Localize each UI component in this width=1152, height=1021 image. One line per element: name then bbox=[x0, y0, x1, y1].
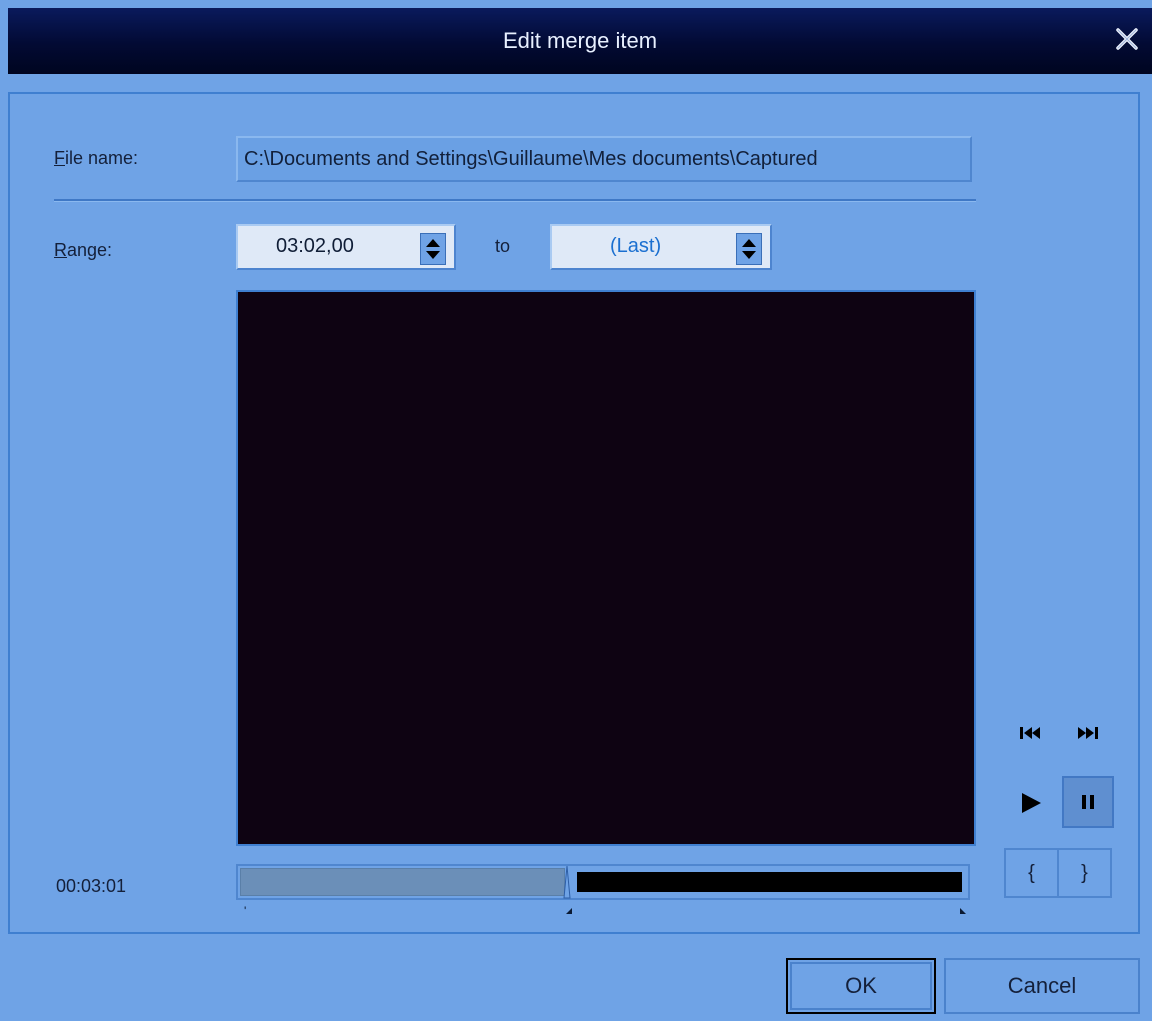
start-marker: ' bbox=[244, 904, 247, 918]
next-frame-button[interactable] bbox=[1070, 718, 1106, 748]
range-start-spinner[interactable]: 03:02,00 bbox=[236, 224, 456, 270]
play-icon bbox=[1022, 793, 1041, 813]
set-start-button[interactable]: { bbox=[1006, 850, 1059, 896]
play-button[interactable] bbox=[1004, 778, 1056, 828]
played-bar bbox=[240, 868, 565, 896]
window-title: Edit merge item bbox=[502, 28, 658, 53]
file-name-field[interactable]: C:\Documents and Settings\Guillaume\Mes … bbox=[236, 136, 972, 182]
spin-arrows-icon bbox=[742, 239, 756, 259]
video-preview bbox=[236, 290, 976, 846]
cancel-button[interactable]: Cancel bbox=[944, 958, 1140, 1014]
selection-start-marker bbox=[566, 908, 572, 914]
title-bar: Edit merge item bbox=[8, 8, 1152, 74]
close-button[interactable] bbox=[1110, 22, 1144, 56]
selection-end-marker bbox=[960, 908, 966, 914]
slider-thumb[interactable] bbox=[562, 864, 572, 900]
range-end-spinner[interactable]: (Last) bbox=[550, 224, 772, 270]
file-name-label: File name: bbox=[54, 148, 139, 168]
skip-forward-icon bbox=[1078, 727, 1098, 739]
skip-back-icon bbox=[1020, 727, 1040, 739]
range-end-value[interactable]: (Last) bbox=[610, 226, 661, 268]
selection-bracket-group: { } bbox=[1004, 848, 1112, 898]
range-start-spin-arrows[interactable] bbox=[420, 233, 446, 265]
close-icon bbox=[1116, 28, 1138, 50]
spin-arrows-icon bbox=[426, 239, 440, 259]
remaining-bar bbox=[577, 872, 962, 892]
pause-button[interactable] bbox=[1062, 776, 1114, 828]
pause-icon bbox=[1082, 795, 1094, 809]
position-slider[interactable] bbox=[236, 864, 970, 900]
previous-frame-button[interactable] bbox=[1012, 718, 1048, 748]
set-end-button[interactable]: } bbox=[1059, 850, 1110, 896]
range-to-label: to bbox=[495, 236, 511, 256]
current-time: 00:03:01 bbox=[56, 876, 127, 896]
range-start-value[interactable]: 03:02,00 bbox=[276, 226, 354, 268]
ok-button[interactable]: OK bbox=[786, 958, 936, 1014]
separator bbox=[54, 199, 976, 202]
range-end-spin-arrows[interactable] bbox=[736, 233, 762, 265]
range-label: Range: bbox=[54, 240, 113, 260]
